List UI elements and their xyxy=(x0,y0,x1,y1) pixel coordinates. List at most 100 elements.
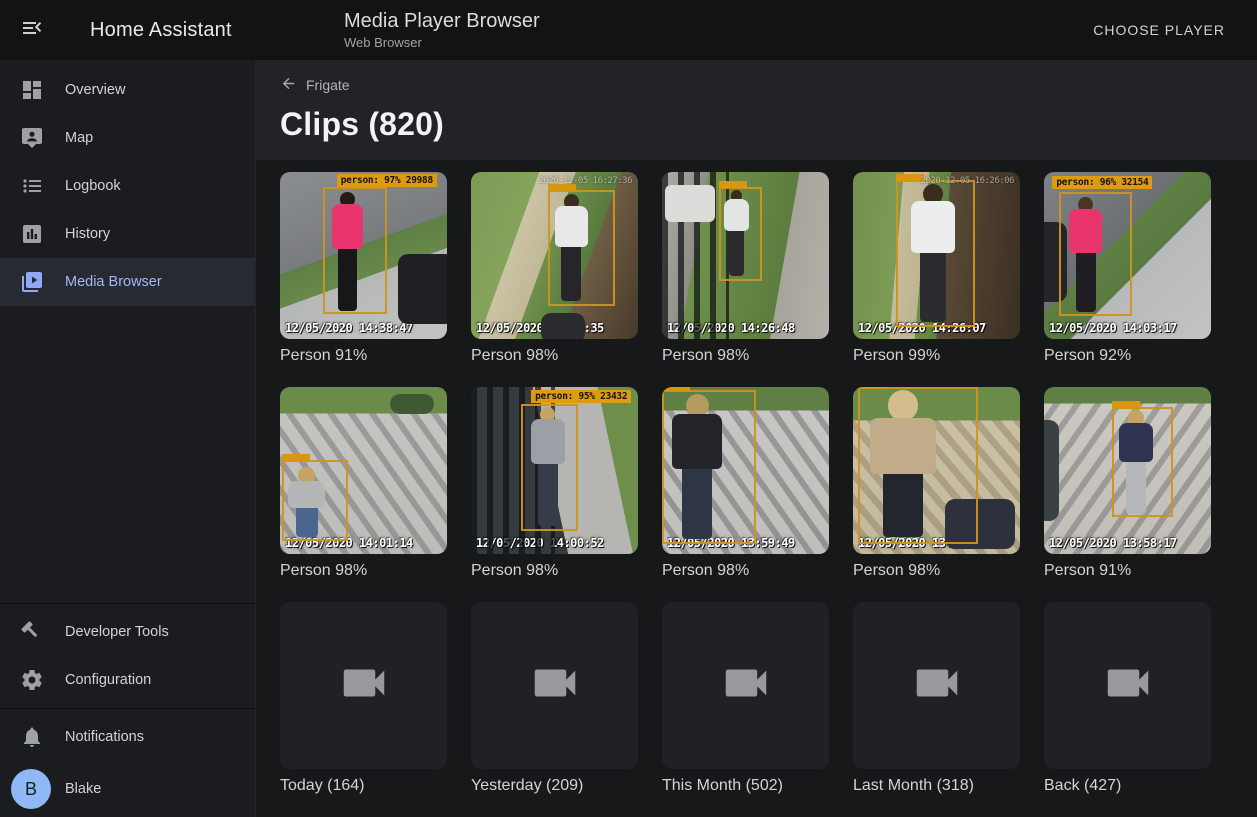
media-subtitle: Web Browser xyxy=(344,35,540,50)
video-camera-icon xyxy=(719,656,773,715)
detection-bbox xyxy=(662,390,756,544)
detection-bbox xyxy=(282,460,349,540)
folder-card-this-month[interactable]: This Month (502) xyxy=(662,602,829,795)
view-dashboard-icon xyxy=(20,78,44,102)
sidebar-item-overview[interactable]: Overview xyxy=(0,66,255,114)
video-camera-icon xyxy=(1101,656,1155,715)
main-content: Frigate Clips (820) person: 97% 29988 12… xyxy=(256,60,1257,817)
clip-card[interactable]: 12/05/2020 13:58:30 Person 98% xyxy=(853,387,1020,580)
sidebar-item-map[interactable]: Map xyxy=(0,114,255,162)
clip-thumbnail: 12/05/2020 13:58:30 xyxy=(853,387,1020,554)
folder-tile xyxy=(280,602,447,769)
detection-bbox xyxy=(323,187,386,314)
clip-card[interactable]: 12/05/2020 14:26:48 Person 98% xyxy=(662,172,829,365)
list-bulleted-icon xyxy=(20,174,44,198)
sidebar-item-logbook[interactable]: Logbook xyxy=(0,162,255,210)
sidebar: Overview Map Logbook History xyxy=(0,60,256,817)
clip-caption: Person 91% xyxy=(1044,562,1211,580)
mower-shape xyxy=(390,394,433,414)
detection-bbox xyxy=(719,187,762,281)
clip-thumbnail: person: 97% 29988 12/05/2020 14:38:47 xyxy=(280,172,447,339)
sidebar-toggle-button[interactable] xyxy=(8,6,56,54)
clip-thumbnail: 12/05/2020 14:26:48 xyxy=(662,172,829,339)
clip-card[interactable]: person: 95% 23432 12/05/2020 14:00:52 Pe… xyxy=(471,387,638,580)
sidebar-item-notifications[interactable]: Notifications xyxy=(0,713,255,761)
folder-tile xyxy=(471,602,638,769)
media-grid: person: 97% 29988 12/05/2020 14:38:47 Pe… xyxy=(256,160,1257,817)
sidebar-item-user-profile[interactable]: B Blake xyxy=(0,761,255,817)
detection-label: person: 96% 32154 xyxy=(1052,176,1152,189)
clip-caption: Person 98% xyxy=(662,562,829,580)
detection-bbox xyxy=(1112,407,1172,517)
clip-thumbnail: 12/05/2020 13:58:17 xyxy=(1044,387,1211,554)
clip-caption: Person 98% xyxy=(662,347,829,365)
chart-box-icon xyxy=(20,222,44,246)
clip-thumbnail: 12/05/2020 13:59:49 xyxy=(662,387,829,554)
avatar: B xyxy=(11,769,51,809)
clip-card[interactable]: 2020-12-05 16:26:06 12/05/2020 14:26:07 … xyxy=(853,172,1020,365)
stroller-shape xyxy=(398,254,447,324)
folder-card-last-month[interactable]: Last Month (318) xyxy=(853,602,1020,795)
clip-card[interactable]: 12/05/2020 13:59:49 Person 98% xyxy=(662,387,829,580)
folder-card-today[interactable]: Today (164) xyxy=(280,602,447,795)
video-camera-icon xyxy=(528,656,582,715)
clip-caption: Person 98% xyxy=(471,562,638,580)
folder-label: Today (164) xyxy=(280,777,447,795)
step-shape xyxy=(541,313,584,339)
video-camera-icon xyxy=(910,656,964,715)
sidebar-item-media-browser[interactable]: Media Browser xyxy=(0,258,255,306)
folder-tile xyxy=(662,602,829,769)
camera-osd-timestamp: 2020-12-05 16:26:06 xyxy=(921,176,1014,186)
clip-card[interactable]: 12/05/2020 13:58:17 Person 91% xyxy=(1044,387,1211,580)
folder-label: This Month (502) xyxy=(662,777,829,795)
clip-card[interactable]: person: 96% 32154 12/05/2020 14:03:17 Pe… xyxy=(1044,172,1211,365)
menu-open-icon xyxy=(20,16,44,45)
clip-card[interactable]: 2020-12-05 16:27:36 12/05/2020 14:27:35 … xyxy=(471,172,638,365)
detection-bbox xyxy=(521,404,578,531)
hammer-icon xyxy=(20,620,44,644)
clip-timestamp: 12/05/2020 14:27:35 xyxy=(476,321,604,335)
folder-tile xyxy=(853,602,1020,769)
content-header: Frigate Clips (820) xyxy=(256,60,1257,160)
clip-caption: Person 98% xyxy=(280,562,447,580)
clip-caption: Person 92% xyxy=(1044,347,1211,365)
clip-card[interactable]: person: 97% 29988 12/05/2020 14:38:47 Pe… xyxy=(280,172,447,365)
media-browser-header: Media Player Browser Web Browser xyxy=(344,10,540,50)
clip-card[interactable]: 12/05/2020 14:01:14 Person 98% xyxy=(280,387,447,580)
railing-shape xyxy=(1044,420,1059,520)
sidebar-item-history[interactable]: History xyxy=(0,210,255,258)
folder-label: Back (427) xyxy=(1044,777,1211,795)
video-camera-icon xyxy=(337,656,391,715)
media-title: Media Player Browser xyxy=(344,10,540,33)
detection-label: person: 95% 23432 xyxy=(531,390,631,403)
clip-caption: Person 91% xyxy=(280,347,447,365)
clip-caption: Person 98% xyxy=(853,562,1020,580)
detection-bbox xyxy=(896,180,974,327)
choose-player-button[interactable]: CHOOSE PLAYER xyxy=(1085,14,1233,46)
page-title: Clips (820) xyxy=(280,106,1233,143)
folder-label: Yesterday (209) xyxy=(471,777,638,795)
sidebar-spacer xyxy=(0,306,255,599)
sidebar-divider xyxy=(0,603,255,604)
folder-card-yesterday[interactable]: Yesterday (209) xyxy=(471,602,638,795)
sidebar-item-configuration[interactable]: Configuration xyxy=(0,656,255,704)
sidebar-item-developer-tools[interactable]: Developer Tools xyxy=(0,608,255,656)
car-shape xyxy=(665,185,715,222)
clip-timestamp: 12/05/2020 14:38:47 xyxy=(285,321,413,335)
camera-osd-timestamp: 2020-12-05 16:27:36 xyxy=(539,176,632,186)
detection-label: person: 97% 29988 xyxy=(337,174,437,187)
gear-icon xyxy=(20,668,44,692)
app-title: Home Assistant xyxy=(90,19,232,42)
clip-thumbnail: 12/05/2020 14:01:14 xyxy=(280,387,447,554)
folder-card-back[interactable]: Back (427) xyxy=(1044,602,1211,795)
clip-caption: Person 98% xyxy=(471,347,638,365)
clip-thumbnail: 2020-12-05 16:27:36 12/05/2020 14:27:35 xyxy=(471,172,638,339)
breadcrumb-back-frigate[interactable]: Frigate xyxy=(280,75,350,95)
folder-tile xyxy=(1044,602,1211,769)
clip-timestamp: 12/05/2020 13:58:17 xyxy=(1049,536,1177,550)
folder-label: Last Month (318) xyxy=(853,777,1020,795)
detection-bbox xyxy=(858,387,978,544)
bell-icon xyxy=(20,725,44,749)
arrow-left-icon xyxy=(280,75,297,95)
clip-timestamp: 12/05/2020 14:26:48 xyxy=(667,321,795,335)
